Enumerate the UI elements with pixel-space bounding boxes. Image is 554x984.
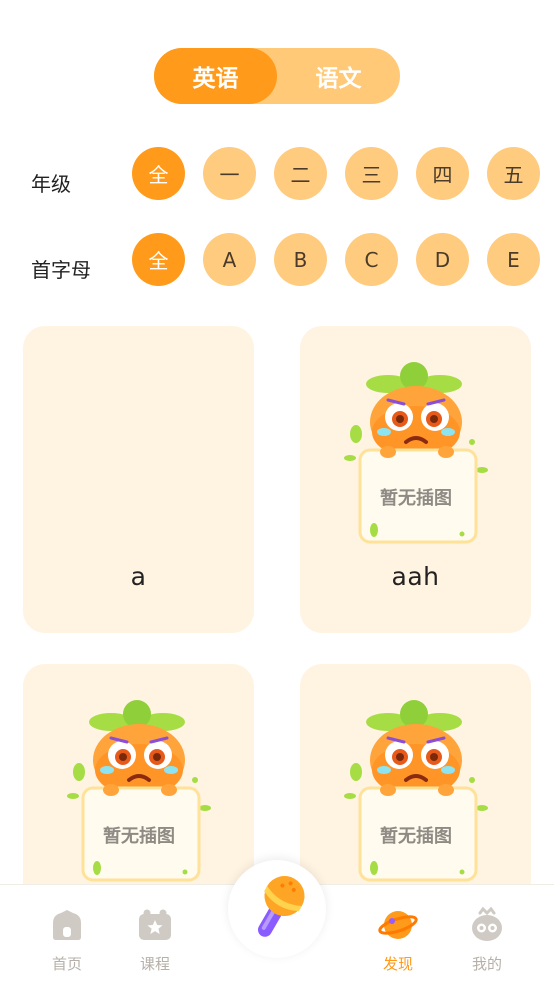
no-image-text: 暂无插图: [380, 826, 452, 847]
tab-english[interactable]: 英语: [154, 48, 277, 104]
nav-home[interactable]: 首页: [32, 907, 102, 974]
grade-chip-all[interactable]: 全: [132, 147, 185, 200]
initial-chip-e[interactable]: E: [487, 233, 540, 286]
initial-chip-a[interactable]: A: [203, 233, 256, 286]
nav-mine-label: 我的: [471, 955, 502, 973]
word-text: aah: [391, 562, 440, 591]
initial-label: 首字母: [31, 258, 91, 282]
carrot-mascot-icon: [67, 700, 211, 882]
courses-icon: [139, 909, 171, 940]
nav-discover-label: 发现: [382, 955, 413, 973]
initial-chip-c[interactable]: C: [345, 233, 398, 286]
grade-chip-5[interactable]: 五: [487, 147, 540, 200]
profile-mascot-icon: [472, 906, 502, 941]
grade-chip-3[interactable]: 三: [345, 147, 398, 200]
home-icon: [53, 910, 81, 940]
planet-icon: [378, 911, 418, 939]
grade-chip-1[interactable]: 一: [203, 147, 256, 200]
no-image-text: 暂无插图: [103, 826, 175, 847]
no-image-text: 暂无插图: [380, 488, 452, 509]
grade-chip-2[interactable]: 二: [274, 147, 327, 200]
grade-chip-4[interactable]: 四: [416, 147, 469, 200]
carrot-mascot-icon: [344, 700, 488, 882]
carrot-mascot-icon: [344, 362, 488, 544]
initial-chip-d[interactable]: D: [416, 233, 469, 286]
nav-mine[interactable]: 我的: [452, 906, 522, 974]
subject-toggle: 英语 语文: [154, 48, 400, 104]
word-text: a: [130, 562, 147, 591]
grade-label: 年级: [31, 172, 71, 196]
nav-courses[interactable]: 课程: [120, 907, 190, 974]
initial-chip-all[interactable]: 全: [132, 233, 185, 286]
initial-chip-b[interactable]: B: [274, 233, 327, 286]
nav-discover[interactable]: 发现: [363, 907, 433, 974]
word-card[interactable]: 暂无插图 aah: [300, 326, 531, 633]
tab-chinese[interactable]: 语文: [277, 48, 400, 104]
voice-search-button[interactable]: [228, 860, 326, 958]
microphone-icon: [258, 876, 305, 937]
nav-home-label: 首页: [51, 955, 82, 973]
nav-courses-label: 课程: [139, 955, 170, 973]
word-card[interactable]: a: [23, 326, 254, 633]
